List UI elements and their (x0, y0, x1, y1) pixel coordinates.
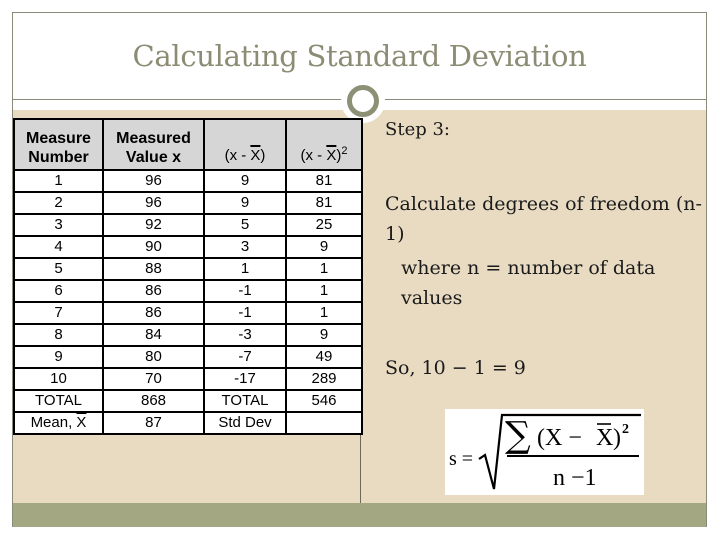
ornament-circle-icon (341, 79, 385, 123)
deviation-cell: 5 (203, 213, 287, 237)
table-header-row: Measure Number Measured Value x (x - X) … (13, 118, 363, 171)
squared-total: 546 (285, 389, 363, 413)
exponent: 2 (341, 145, 348, 157)
deviation-cell: 9 (203, 191, 287, 215)
squared-deviation-cell: 1 (285, 279, 363, 303)
mean-symbol: X (250, 147, 261, 164)
footer-band (13, 503, 706, 527)
measured-value-cell: 88 (102, 257, 205, 281)
squared-deviation-cell: 81 (285, 191, 363, 215)
table-row: 1 96 9 81 (13, 169, 363, 193)
sum-symbol: ∑ (505, 415, 531, 456)
header-deviation: (x - X) (203, 118, 287, 171)
measure-number-cell: 9 (13, 345, 104, 369)
table-row: 6 86 -1 1 (13, 279, 363, 303)
deviation-cell: -1 (203, 279, 287, 303)
measure-number-cell: 1 (13, 169, 104, 193)
formula-graphic: s = ∑ (X − X ) 2 n −1 (449, 413, 641, 491)
measure-number-cell: 7 (13, 301, 104, 325)
formula-denominator: n −1 (553, 465, 597, 491)
measured-value-cell: 86 (102, 301, 205, 325)
mean-row: Mean, X 87 Std Dev (13, 411, 363, 435)
mean-symbol: X (326, 147, 337, 164)
header-text: Measured (116, 130, 191, 147)
header-squared-deviation: (x - X)2 (285, 118, 363, 171)
std-dev-label: Std Dev (203, 411, 287, 435)
instruction-text: Calculate degrees of freedom (n-1) (385, 193, 702, 245)
table-row: 3 92 5 25 (13, 213, 363, 237)
deviation-cell: 1 (203, 257, 287, 281)
squared-deviation-cell: 1 (285, 257, 363, 281)
measure-number-cell: 6 (13, 279, 104, 303)
table-row: 10 70 -17 289 (13, 367, 363, 391)
formula-numerator-close: ) (613, 425, 621, 451)
measure-number-cell: 2 (13, 191, 104, 215)
measured-value-cell: 96 (102, 169, 205, 193)
measured-value-cell: 84 (102, 323, 205, 347)
squared-deviation-cell: 25 (285, 213, 363, 237)
slide-frame: Calculating Standard Deviation Measure N… (12, 12, 707, 527)
mean-label: Mean, X (13, 411, 104, 435)
total-label: TOTAL (13, 389, 104, 413)
measured-value-cell: 70 (102, 367, 205, 391)
table-row: 8 84 -3 9 (13, 323, 363, 347)
measured-value-cell: 92 (102, 213, 205, 237)
measure-number-cell: 10 (13, 367, 104, 391)
deviation-cell: -17 (203, 367, 287, 391)
header-text: ) (260, 147, 266, 164)
measured-value-cell: 86 (102, 279, 205, 303)
mean-label-text: Mean, (30, 414, 77, 431)
header-text: (x - (224, 147, 251, 164)
measure-number-cell: 5 (13, 257, 104, 281)
squared-deviation-cell: 49 (285, 345, 363, 369)
formula-numerator-open: (X − (537, 425, 582, 451)
mean-symbol: X (76, 414, 87, 431)
measured-value-cell: 90 (102, 235, 205, 259)
table-row: 7 86 -1 1 (13, 301, 363, 325)
formula-lhs: s = (449, 448, 473, 470)
formula-xbar: X (596, 425, 613, 451)
header-text: Measure (26, 130, 91, 147)
table-row: 4 90 3 9 (13, 235, 363, 259)
deviation-cell: 9 (203, 169, 287, 193)
total-label-2: TOTAL (203, 389, 287, 413)
header-text: Number (28, 149, 89, 166)
table-row: 9 80 -7 49 (13, 345, 363, 369)
table-body: 1 96 9 81 2 96 9 81 3 92 5 25 4 90 3 9 5 88 1 1 6 86 -1 1 7 86 -1 1… (13, 169, 363, 391)
std-dev-formula: s = ∑ (X − X ) 2 n −1 (445, 409, 644, 495)
header-text: (x - (300, 147, 327, 164)
sub-instruction-text: where n = number of data values (401, 257, 656, 309)
measured-value-cell: 80 (102, 345, 205, 369)
measure-number-cell: 4 (13, 235, 104, 259)
measure-number-cell: 3 (13, 213, 104, 237)
table-row: 2 96 9 81 (13, 191, 363, 215)
squared-deviation-cell: 9 (285, 235, 363, 259)
header-measure-number: Measure Number (13, 118, 104, 171)
formula-exponent: 2 (622, 422, 629, 437)
deviation-cell: -1 (203, 301, 287, 325)
header-measured-value: Measured Value x (102, 118, 205, 171)
squared-deviation-cell: 9 (285, 323, 363, 347)
std-dev-value (285, 411, 363, 435)
squared-deviation-cell: 1 (285, 301, 363, 325)
deviation-cell: 3 (203, 235, 287, 259)
slide-title: Calculating Standard Deviation (132, 39, 587, 73)
total-row: TOTAL 868 TOTAL 546 (13, 389, 363, 413)
result-text: So, 10 − 1 = 9 (385, 357, 526, 379)
measured-value-cell: 96 (102, 191, 205, 215)
squared-deviation-cell: 289 (285, 367, 363, 391)
measure-number-cell: 8 (13, 323, 104, 347)
ornament-ring (347, 85, 379, 117)
std-dev-table: Measure Number Measured Value x (x - X) … (13, 118, 363, 435)
table-row: 5 88 1 1 (13, 257, 363, 281)
x-total: 868 (102, 389, 205, 413)
squared-deviation-cell: 81 (285, 169, 363, 193)
mean-value: 87 (102, 411, 205, 435)
step-label: Step 3: (385, 119, 450, 140)
deviation-cell: -3 (203, 323, 287, 347)
header-text: Value x (125, 149, 182, 166)
deviation-cell: -7 (203, 345, 287, 369)
